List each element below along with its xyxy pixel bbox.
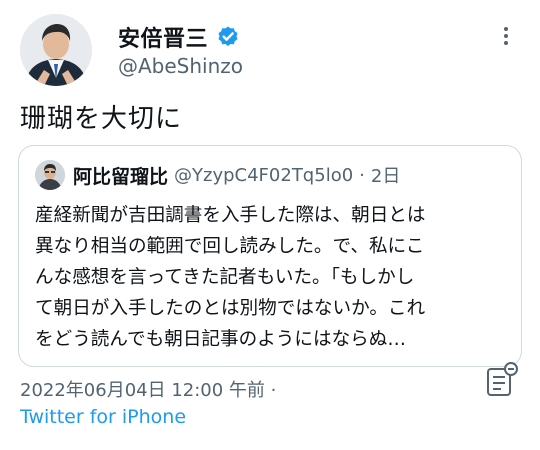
quoted-author-avatar [35, 160, 65, 190]
tweet-header: 安倍晋三 @AbeShinzo [18, 14, 522, 94]
quoted-separator: · [359, 164, 365, 186]
author-name-row: 安倍晋三 [118, 21, 240, 53]
verified-badge-icon [216, 25, 240, 49]
tweet-text: 珊瑚を大切に [20, 104, 183, 134]
quoted-tweet-card[interactable]: 阿比留瑠比 @YzypC4F02Tq5lo0 · 2日 産経新聞が吉田調書を入手… [18, 145, 522, 367]
quoted-tweet-line: 異なり相当の範囲で回し読みした。で、私にこ [35, 236, 425, 257]
person-in-suit-icon [20, 14, 92, 86]
person-icon [35, 160, 65, 190]
tweet-source-link[interactable]: Twitter for iPhone [20, 406, 186, 428]
quoted-author-handle: @YzypC4F02Tq5lo0 [174, 164, 354, 186]
more-options-icon[interactable] [496, 24, 516, 48]
author-avatar[interactable] [20, 14, 92, 86]
author-handle[interactable]: @AbeShinzo [118, 54, 243, 78]
quoted-tweet-line: んな感想を言ってきた記者もいた。「もしかし [35, 267, 415, 288]
analytics-icon[interactable] [484, 361, 520, 399]
quoted-tweet-line: て朝日が入手したのとは別物ではないか。これ [35, 298, 426, 319]
quoted-tweet-body: 産経新聞が吉田調書を入手した際は、朝日とは 異なり相当の範囲で回し読みした。で、… [35, 200, 509, 355]
quoted-tweet-age: 2日 [370, 166, 401, 187]
tweet-timestamp[interactable]: 2022年06月04日 12:00 午前 · [20, 376, 276, 402]
quoted-tweet-line: 産経新聞が吉田調書を入手した際は、朝日とは [35, 205, 426, 226]
quoted-author-name: 阿比留瑠比 [73, 165, 169, 188]
quoted-tweet-header: 阿比留瑠比 @YzypC4F02Tq5lo0 · 2日 [35, 160, 400, 190]
author-display-name[interactable]: 安倍晋三 [118, 21, 208, 53]
quoted-tweet-line: をどう読んでも朝日記事のようにはならぬ… [35, 329, 406, 350]
